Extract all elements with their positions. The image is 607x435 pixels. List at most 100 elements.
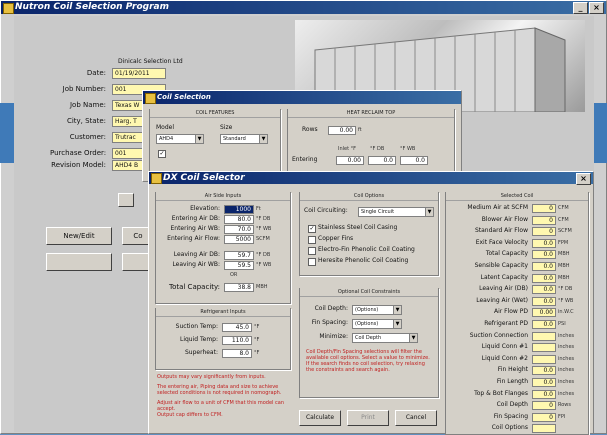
warning-note: Output cap differs to CFM. — [157, 412, 223, 418]
selected-coil-value: 0 — [532, 215, 556, 225]
close-button[interactable]: × — [589, 2, 604, 14]
warning-notes: Outputs may vary significantly from inpu… — [157, 374, 291, 430]
selected-coil-caption: Selected Coil — [446, 192, 588, 201]
selected-coil-unit: in.W.C — [558, 309, 574, 316]
entering-air-flow-field[interactable]: 5000 — [224, 235, 254, 244]
chevron-down-icon: ▼ — [393, 306, 401, 314]
selected-coil-value: 0 — [532, 227, 556, 237]
leaving-air-db-field[interactable]: 59.7 — [224, 251, 254, 260]
coil-selection-titlebar: Coil Selection — [143, 91, 461, 104]
coil-options-caption: Coil Options — [300, 192, 438, 201]
electro-fin-label: Electro-Fin Phenolic Coil Coating — [318, 246, 415, 253]
coil-options-group: Coil Options Coil Circuiting: Single Cir… — [299, 192, 439, 276]
minimize-dropdown[interactable]: Coil Depth ▼ — [352, 333, 418, 343]
selected-coil-value — [532, 331, 556, 341]
feature-checkbox[interactable]: ✓ — [158, 150, 166, 158]
selected-coil-value: 0 — [532, 412, 556, 422]
reclaim-value-1[interactable]: 0.00 — [336, 156, 364, 165]
job-name-label: Job Name: — [69, 101, 106, 109]
heresite-label: Heresite Phenolic Coil Coating — [318, 257, 409, 264]
selected-coil-row: Suction Connection inches — [446, 331, 588, 342]
selected-coil-row: Air Flow PD 0.00 in.W.C — [446, 308, 588, 318]
new-edit-button[interactable]: New/Edit — [46, 227, 112, 245]
selected-coil-value: 0.0 — [532, 389, 556, 399]
model-label: Model — [156, 124, 175, 131]
elevation-label: Elevation: — [190, 205, 220, 212]
copper-fins-checkbox[interactable] — [308, 236, 316, 244]
selected-coil-row: Top & Bot Flanges 0.0 inches — [446, 389, 588, 400]
selected-coil-row: Liquid Conn #2 inches — [446, 354, 588, 365]
elevation-field[interactable]: 1000 — [224, 205, 254, 214]
minimize-label: Minimize: — [319, 333, 348, 340]
minimize-button[interactable]: _ — [573, 2, 588, 14]
total-capacity-label: Total Capacity: — [168, 283, 220, 291]
selected-coil-value: 0.0 — [532, 320, 556, 329]
coil-depth-value: (Options) — [355, 307, 379, 313]
selected-coil-unit: SCFM — [558, 228, 572, 235]
copper-fins-label: Copper Fins — [318, 235, 354, 242]
superheat-field[interactable]: 8.0 — [222, 349, 252, 358]
size-dropdown[interactable]: Standard ▼ — [220, 134, 268, 144]
cancel-button[interactable]: Cancel — [395, 410, 437, 426]
selected-coil-unit: FPM — [558, 239, 569, 246]
coil-circuiting-dropdown[interactable]: Single Circuit ▼ — [358, 207, 434, 217]
main-header-text: Dinicalc Selection Ltd — [118, 58, 183, 65]
liquid-temp-field[interactable]: 110.0 — [222, 336, 252, 345]
print-button[interactable]: Print — [347, 410, 389, 426]
selected-coil-unit: CFM — [558, 205, 569, 211]
fin-spacing-dropdown[interactable]: (Options) ▼ — [352, 319, 402, 329]
reclaim-value-3[interactable]: 0.0 — [400, 156, 428, 165]
selected-coil-row: Sensible Capacity 0.0 MBH — [446, 262, 588, 272]
entering-air-db-field[interactable]: 80.0 — [224, 215, 254, 224]
revision-model-label: Revision Model: — [51, 161, 106, 169]
selected-coil-value: 0.0 — [532, 250, 556, 260]
coil-depth-dropdown[interactable]: (Options) ▼ — [352, 305, 402, 315]
entering-air-wb-field[interactable]: 70.0 — [224, 225, 254, 234]
electro-fin-checkbox[interactable] — [308, 247, 316, 255]
stainless-steel-checkbox[interactable]: ✓ — [308, 225, 316, 233]
suction-temp-field[interactable]: 45.0 — [222, 323, 252, 332]
selected-coil-value: 0.0 — [532, 238, 556, 248]
fin-spacing-value: (Options) — [355, 321, 379, 327]
date-field[interactable]: 01/19/2011 — [112, 68, 166, 79]
selected-coil-label: Fin Spacing — [493, 412, 528, 420]
selected-coil-label: Top & Bot Flanges — [474, 389, 528, 397]
selected-coil-unit: inches — [558, 355, 575, 362]
size-label: Size — [220, 124, 233, 131]
city-state-label: City, State: — [66, 117, 106, 125]
leaving-air-wb-unit: °F WB — [256, 262, 272, 268]
heat-reclaim-caption: HEAT RECLAIM TOP — [288, 109, 454, 118]
chevron-down-icon: ▼ — [425, 208, 433, 216]
heat-reclaim-group: HEAT RECLAIM TOP Rows 0.00 ft Inlet °F °… — [287, 109, 455, 177]
selected-coil-row: Fin Length 0.0 inches — [446, 378, 588, 388]
selected-coil-unit: Rows — [558, 402, 572, 409]
selected-coil-row: Refrigerant PD 0.0 PSI — [446, 320, 588, 330]
total-capacity-field[interactable]: 38.8 — [224, 283, 254, 292]
selected-coil-row: Coil Options — [446, 424, 588, 434]
calculate-button[interactable]: Calculate — [299, 410, 341, 426]
rows-field[interactable]: 0.00 — [328, 126, 356, 135]
rows-unit: ft — [358, 127, 362, 133]
leaving-air-db-unit: °F DB — [256, 252, 271, 258]
coil-selection-dialog: Coil Selection COIL FEATURES Model AHD4 ▼… — [142, 90, 462, 182]
leaving-air-wb-field[interactable]: 59.5 — [224, 261, 254, 270]
selected-coil-unit: MBH — [558, 274, 570, 281]
selected-coil-unit: inches — [558, 390, 575, 397]
selected-coil-unit: inches — [558, 332, 575, 339]
air-side-caption: Air Side Inputs — [156, 192, 290, 201]
warning-note: selected conditions is not required in n… — [157, 390, 282, 396]
reclaim-value-2[interactable]: 0.0 — [368, 156, 396, 165]
toolbar-icon-button[interactable] — [118, 193, 134, 207]
selected-coil-unit: inches — [558, 344, 575, 351]
secondary-button-1[interactable] — [46, 253, 112, 271]
liquid-temp-label: Liquid Temp: — [179, 336, 218, 343]
model-dropdown[interactable]: AHD4 ▼ — [156, 134, 204, 144]
elevation-unit: Ft — [256, 206, 261, 212]
dx-close-button[interactable]: × — [576, 173, 591, 185]
date-label: Date: — [86, 69, 106, 77]
selected-coil-row: Liquid Conn #1 inches — [446, 343, 588, 353]
dx-app-icon — [151, 173, 162, 184]
selected-coil-row: Fin Spacing 0 FPI — [446, 412, 588, 423]
heresite-checkbox[interactable] — [308, 258, 316, 266]
selected-coil-value: 0 — [532, 204, 556, 213]
